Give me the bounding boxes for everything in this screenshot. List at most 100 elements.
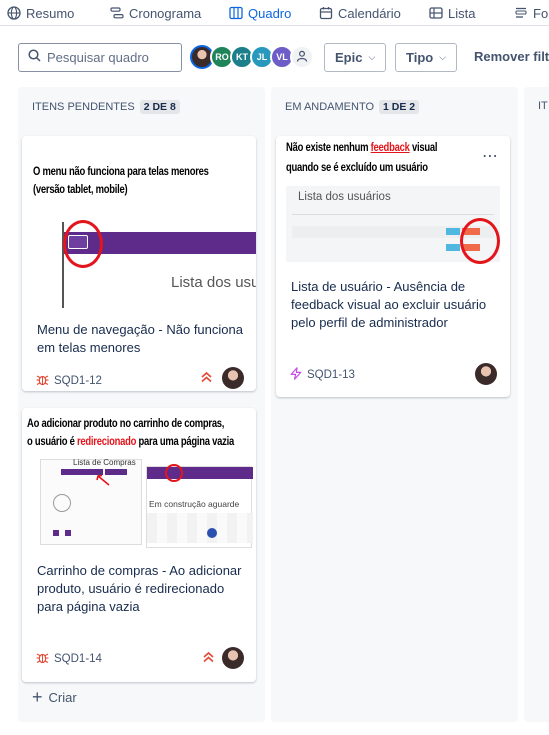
remove-filters-button[interactable]: Remover filtr [474, 49, 549, 64]
cover-caption-line2: quando se é excluído um usuário [286, 162, 428, 174]
column-count: 1 DE 2 [379, 100, 420, 114]
cover-red-arrow [96, 474, 110, 486]
column-header: IT [538, 100, 548, 112]
avatar-initials: KT [236, 52, 248, 62]
cover-mini-screen-right: Em construção aguarde [146, 466, 253, 548]
tab-calendario[interactable]: Calendário [319, 3, 401, 23]
person-icon [296, 50, 308, 64]
tab-resumo[interactable]: Resumo [7, 3, 74, 23]
card-cover-image: Ao adicionar produto no carrinho de comp… [22, 408, 256, 548]
card-key: SQD1-14 [36, 651, 102, 667]
tab-label: Cronograma [129, 5, 202, 21]
tab-form[interactable]: Form [514, 3, 549, 23]
tipo-filter-label: Tipo [406, 50, 434, 65]
card-key-text: SQD1-14 [54, 653, 102, 665]
timeline-icon [110, 6, 124, 20]
card-key-text: SQD1-12 [54, 375, 102, 387]
assignee-avatar[interactable] [222, 647, 244, 669]
card-key: SQD1-12 [36, 373, 102, 389]
search-box[interactable] [18, 43, 182, 72]
tipo-filter-button[interactable]: Tipo ⌵ [395, 43, 458, 72]
column-itens-pendentes: ITENS PENDENTES 2 DE 8 O menu não funcio… [18, 87, 265, 722]
cover-mini-product [53, 494, 71, 512]
assignee-avatar[interactable] [222, 367, 244, 389]
tab-cronograma[interactable]: Cronograma [110, 3, 201, 23]
cover-edit-button [446, 228, 460, 235]
card-cover-image: Não existe nenhum feedback visual quando… [276, 136, 510, 268]
tab-quadro[interactable]: Quadro [229, 3, 291, 23]
priority-high-icon [200, 371, 213, 386]
cover-screen-text: Lista dos usuários [298, 191, 391, 203]
cover-caption-line2: o usuário é redirecionado para uma págin… [27, 436, 234, 448]
plus-icon: + [32, 687, 43, 707]
cover-screen-text: Lista dos usu [171, 274, 256, 291]
cover-red-circle [165, 464, 183, 482]
card-cover-image: O menu não funciona para telas menores (… [22, 136, 256, 308]
chevron-down-icon: ⌵ [439, 52, 447, 62]
tab-label: Lista [448, 5, 476, 21]
issue-card-sqd1-12[interactable]: O menu não funciona para telas menores (… [22, 136, 256, 391]
epic-filter-button[interactable]: Epic ⌵ [324, 43, 387, 72]
cover-caption-line1: Ao adicionar produto no carrinho de comp… [27, 418, 225, 430]
issue-card-sqd1-13[interactable]: Não existe nenhum feedback visual quando… [276, 136, 510, 397]
create-label: Criar [48, 690, 77, 705]
cover-caption-line1: Não existe nenhum feedback visual [286, 142, 437, 154]
chevron-down-icon: ⌵ [368, 52, 376, 62]
tab-label: Resumo [26, 5, 75, 21]
column-title: EM ANDAMENTO [285, 101, 375, 113]
tab-label: Calendário [338, 5, 401, 21]
cover-mini-text: Em construção aguarde [149, 499, 240, 509]
assignee-avatar[interactable] [475, 363, 497, 385]
card-key-text: SQD1-13 [307, 369, 355, 381]
priority-high-icon [202, 651, 215, 666]
card-title: Carrinho de compras - Ao adicionar produ… [37, 563, 242, 614]
cover-mini-screen-left: Lista de Compras [40, 458, 142, 545]
card-title: Lista de usuário - Ausência de feedback … [291, 279, 487, 330]
view-tabs: Resumo Cronograma Quadro Calendário List… [0, 0, 549, 26]
lightning-icon [290, 367, 302, 383]
list-icon [429, 6, 443, 20]
cover-edit-button [446, 244, 460, 251]
caption-part: visual [409, 142, 438, 154]
globe-icon [7, 6, 21, 20]
avatar-filter-group: RO KT JL VL [190, 45, 314, 70]
card-title: Menu de navegação - Não funciona em tela… [37, 322, 243, 355]
calendar-icon [319, 6, 333, 20]
avatar-initials: RO [215, 52, 229, 62]
caption-part: para uma página vazia [136, 436, 235, 448]
tab-label: Quadro [248, 5, 292, 21]
caption-highlight: feedback [370, 142, 410, 154]
bug-icon [36, 651, 49, 667]
tab-label: Form [533, 5, 549, 21]
card-key: SQD1-13 [290, 367, 355, 383]
cover-mini-dot [65, 530, 71, 536]
more-actions-icon[interactable]: ⋯ [482, 146, 499, 166]
caption-part: o usuário é [27, 436, 77, 448]
board-icon [229, 6, 243, 20]
column-title: IT [538, 100, 548, 112]
search-icon [28, 48, 41, 67]
tab-lista[interactable]: Lista [429, 3, 475, 23]
cover-red-circle [63, 220, 103, 268]
caption-part: Não existe nenhum [286, 142, 371, 154]
bug-icon [36, 373, 49, 389]
cover-table-rule [292, 214, 494, 215]
cover-mini-figure [207, 528, 217, 538]
cover-mini-pattern [147, 513, 253, 543]
cover-red-circle [460, 218, 500, 264]
create-issue-button[interactable]: + Criar [32, 687, 77, 707]
cover-mini-dot [53, 530, 59, 536]
caption-highlight: redirecionado [76, 436, 137, 448]
unassigned-avatar[interactable] [290, 45, 314, 69]
column-title: ITENS PENDENTES [32, 101, 135, 113]
cover-caption-line2: (versão tablet, mobile) [33, 184, 128, 196]
cover-mini-header [147, 467, 253, 479]
epic-filter-label: Epic [335, 50, 363, 65]
cover-caption-line1: O menu não funciona para telas menores [33, 166, 209, 178]
issue-card-sqd1-14[interactable]: Ao adicionar produto no carrinho de comp… [22, 408, 256, 682]
column-header: EM ANDAMENTO 1 DE 2 [285, 100, 420, 114]
avatar-initials: JL [256, 52, 268, 62]
column-em-andamento: EM ANDAMENTO 1 DE 2 Não existe nenhum fe… [271, 87, 518, 722]
form-icon [514, 6, 528, 20]
search-input[interactable] [47, 50, 179, 65]
